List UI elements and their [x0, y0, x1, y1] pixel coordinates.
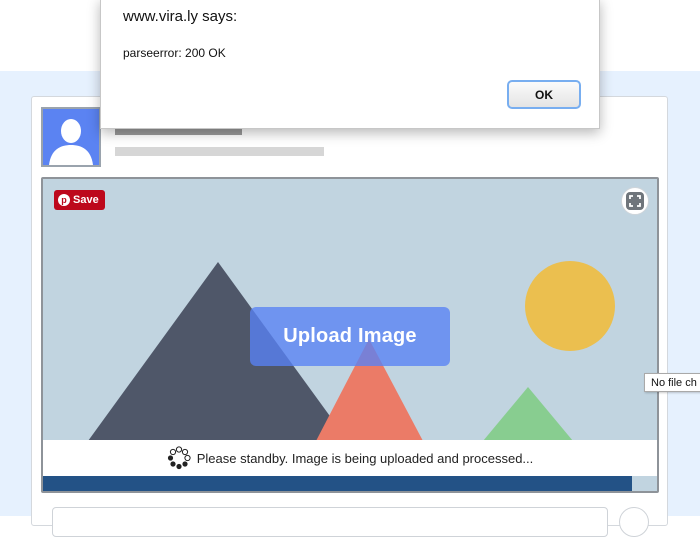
- upload-status: Please standby. Image is being uploaded …: [43, 440, 657, 476]
- expand-icon: [626, 192, 644, 210]
- ok-button[interactable]: OK: [507, 80, 581, 109]
- post-meta-placeholder: [115, 147, 324, 156]
- avatar[interactable]: [41, 107, 101, 167]
- upload-progress-bar: [43, 476, 633, 491]
- image-upload-area[interactable]: p Save Upload Image Please standby. Imag…: [41, 177, 659, 493]
- file-input-tooltip: No file ch: [644, 373, 700, 392]
- comment-input[interactable]: [52, 507, 608, 537]
- upload-status-text: Please standby. Image is being uploaded …: [196, 450, 534, 466]
- alert-dialog: www.vira.ly says: parseerror: 200 OK OK: [100, 0, 600, 129]
- pinterest-logo-icon: p: [58, 194, 70, 206]
- comment-action-button[interactable]: [619, 507, 649, 537]
- dialog-message: parseerror: 200 OK: [123, 46, 226, 60]
- loading-spinner-icon: [167, 446, 191, 470]
- expand-button[interactable]: [621, 187, 649, 215]
- dialog-title: www.vira.ly says:: [123, 8, 238, 25]
- pinterest-save-label: Save: [73, 194, 99, 206]
- pinterest-save-button[interactable]: p Save: [54, 190, 105, 210]
- user-silhouette-icon: [49, 119, 93, 165]
- upload-image-button[interactable]: Upload Image: [250, 307, 450, 366]
